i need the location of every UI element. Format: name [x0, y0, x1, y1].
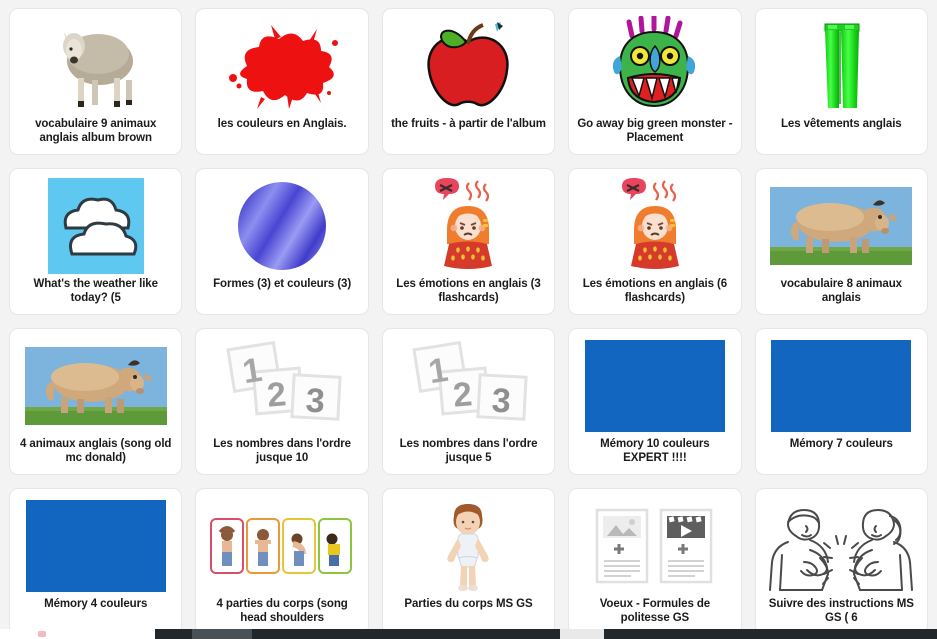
card-item[interactable]: Mémory 7 couleurs	[754, 328, 928, 475]
angry-girl-icon	[575, 175, 734, 276]
red-paint-splat-icon	[202, 15, 361, 116]
angry-girl-icon	[389, 175, 548, 276]
card-label: Les nombres dans l'ordre jusque 10	[213, 438, 351, 464]
card-item[interactable]: 4 parties du corps (song head shoulders	[195, 488, 369, 635]
card-item[interactable]: the fruits - à partir de l'album	[381, 8, 556, 155]
card-item[interactable]: 1 2 3 Les nombres dans l'ordre jusque 10	[195, 328, 369, 475]
taskbar-light-segment[interactable]	[560, 629, 604, 639]
child-body-icon	[389, 495, 548, 596]
card-item[interactable]: Mémory 4 couleurs	[9, 488, 183, 635]
card-label: Mémory 7 couleurs	[789, 438, 893, 450]
card-item[interactable]: Formes (3) et couleurs (3)	[195, 168, 369, 315]
svg-text:2: 2	[452, 375, 474, 415]
taskbar	[0, 629, 937, 639]
blue-rectangle-icon	[16, 495, 175, 596]
taskbar-pink-indicator	[38, 631, 46, 637]
card-label: les couleurs en Anglais.	[217, 118, 347, 130]
card-label: Les nombres dans l'ordre jusque 5	[399, 438, 538, 464]
svg-text:2: 2	[266, 375, 288, 415]
card-label: Go away big green monster - Placement	[577, 118, 733, 144]
green-monster-icon	[575, 15, 734, 116]
card-label: Les vêtements anglais	[780, 118, 902, 130]
blue-gradient-circle-icon	[202, 175, 361, 276]
card-item[interactable]: vocabulaire 8 animaux anglais	[754, 168, 928, 315]
card-label: 4 parties du corps (song head shoulders	[216, 598, 348, 624]
number-cards-icon: 1 2 3	[202, 335, 361, 436]
two-people-clapping-icon	[762, 495, 921, 596]
sheep-photo-icon	[16, 15, 175, 116]
card-label: vocabulaire 9 animaux anglais album brow…	[35, 118, 157, 144]
body-parts-cards-icon	[202, 495, 361, 596]
card-label: Parties du corps MS GS	[404, 598, 533, 610]
card-item[interactable]: Suivre des instructions MS GS ( 6	[754, 488, 928, 635]
card-item[interactable]: les couleurs en Anglais.	[195, 8, 369, 155]
card-label: Formes (3) et couleurs (3)	[213, 278, 352, 290]
flashcard-grid: vocabulaire 9 animaux anglais album brow…	[0, 0, 937, 635]
red-apple-icon	[389, 15, 548, 116]
card-item[interactable]: Parties du corps MS GS	[381, 488, 556, 635]
card-label: Mémory 4 couleurs	[44, 598, 148, 610]
card-label: Voeux - Formules de politesse GS	[599, 598, 711, 624]
number-cards-icon: 1 2 3	[389, 335, 548, 436]
taskbar-bar[interactable]	[155, 629, 937, 639]
cow-photo-icon	[16, 335, 175, 436]
card-label: vocabulaire 8 animaux anglais	[780, 278, 902, 304]
card-item[interactable]: 4 animaux anglais (song old mc donald)	[9, 328, 183, 475]
card-item[interactable]: Mémory 10 couleurs EXPERT !!!!	[568, 328, 742, 475]
card-label: Les émotions en anglais (3 flashcards)	[396, 278, 541, 304]
taskbar-active-window[interactable]	[192, 629, 252, 639]
card-label: What's the weather like today? (5	[33, 278, 158, 304]
blue-rectangle-icon	[762, 335, 921, 436]
card-item[interactable]: Les vêtements anglais	[754, 8, 928, 155]
green-pants-icon	[762, 15, 921, 116]
card-item[interactable]: Les émotions en anglais (3 flashcards)	[381, 168, 556, 315]
card-item[interactable]: 1 2 3 Les nombres dans l'ordre jusque 5	[381, 328, 556, 475]
card-label: 4 animaux anglais (song old mc donald)	[20, 438, 172, 464]
card-label: Les émotions en anglais (6 flashcards)	[582, 278, 728, 304]
card-label: Suivre des instructions MS GS ( 6	[768, 598, 914, 624]
card-item[interactable]: vocabulaire 9 animaux anglais album brow…	[9, 8, 183, 155]
document-placeholder-icon	[575, 495, 734, 596]
card-item[interactable]: Les émotions en anglais (6 flashcards)	[568, 168, 742, 315]
card-label: the fruits - à partir de l'album	[391, 118, 546, 130]
svg-text:3: 3	[305, 381, 326, 420]
cow-photo-icon	[762, 175, 921, 276]
card-label: Mémory 10 couleurs EXPERT !!!!	[600, 438, 710, 464]
blue-rectangle-icon	[575, 335, 734, 436]
svg-text:3: 3	[491, 381, 512, 420]
card-item[interactable]: Voeux - Formules de politesse GS	[568, 488, 742, 635]
card-item[interactable]: What's the weather like today? (5	[9, 168, 183, 315]
clouds-weather-icon	[16, 175, 175, 276]
card-item[interactable]: Go away big green monster - Placement	[568, 8, 742, 155]
